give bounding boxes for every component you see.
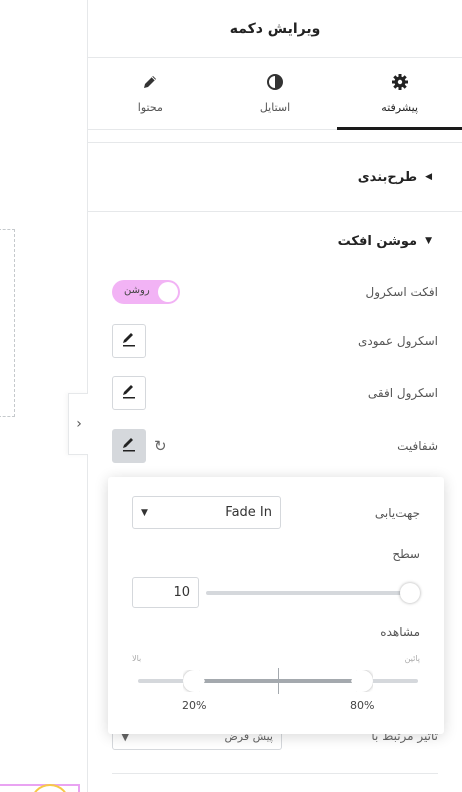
tab-label: پیشرفته	[381, 101, 419, 114]
panel-title: ویرایش دکمه	[88, 0, 462, 58]
opacity-row: شفافیت ↻	[112, 429, 438, 463]
vertical-scroll-row: اسکرول عمودی	[112, 324, 438, 358]
viewport-start-value: 20%	[182, 699, 207, 712]
viewport-bottom-label: پائین	[404, 654, 420, 663]
chevron-right-icon: ›	[76, 416, 82, 432]
gear-icon	[391, 73, 409, 95]
control-label: افکت اسکرول	[365, 285, 438, 299]
reset-icon[interactable]: ↻	[154, 437, 167, 455]
pencil-icon	[141, 73, 159, 95]
section-title: موشن افکت	[337, 233, 418, 249]
pencil-icon	[121, 383, 137, 403]
viewport-label-row: مشاهده	[132, 625, 420, 639]
level-label-row: سطح	[132, 547, 420, 561]
scroll-effect-row: افکت اسکرول روشن	[112, 280, 438, 304]
control-label: شفافیت	[397, 439, 438, 453]
pencil-icon	[121, 436, 137, 456]
horizontal-scroll-row: اسکرول افقی	[112, 376, 438, 410]
level-slider[interactable]	[206, 582, 420, 603]
divider	[112, 773, 438, 774]
opacity-popover: جهت‌یابی ▼ Fade In سطح 10 مشاهده پائین ب…	[108, 477, 444, 734]
level-row: 10	[132, 577, 420, 608]
tab-advanced[interactable]: پیشرفته	[337, 58, 462, 130]
panel-tabs: محتوا استایل پیشرفته	[88, 58, 462, 130]
toggle-knob	[158, 282, 178, 302]
chevron-down-icon: ▼	[141, 507, 148, 518]
scroll-effect-toggle[interactable]: روشن	[112, 280, 180, 304]
control-label: مشاهده	[380, 625, 420, 639]
caret-left-icon: ◀	[425, 172, 432, 182]
range-midpoint	[278, 668, 279, 694]
control-label: اسکرول افقی	[367, 386, 438, 400]
caret-down-icon: ▼	[425, 236, 432, 246]
tab-content[interactable]: محتوا	[88, 58, 213, 129]
slider-track	[206, 590, 420, 595]
range-start-handle[interactable]	[183, 670, 205, 692]
viewport-top-label: بالا	[132, 654, 142, 663]
section-title: طرح‌بندی	[357, 169, 418, 185]
control-label: اسکرول عمودی	[358, 334, 438, 348]
vertical-scroll-edit-button[interactable]	[112, 324, 146, 358]
section-motion-effects[interactable]: ▼ موشن افکت	[88, 212, 462, 270]
direction-row: جهت‌یابی ▼ Fade In	[132, 496, 420, 529]
control-label: جهت‌یابی	[374, 505, 420, 520]
control-label: سطح	[392, 547, 420, 561]
widget-outline	[0, 229, 15, 417]
tab-label: استایل	[259, 101, 291, 114]
select-value: Fade In	[225, 505, 272, 520]
tab-label: محتوا	[137, 101, 163, 114]
tab-style[interactable]: استایل	[213, 58, 338, 129]
opacity-edit-button[interactable]	[112, 429, 146, 463]
range-end-handle[interactable]	[351, 670, 373, 692]
direction-select[interactable]: ▼ Fade In	[132, 496, 281, 529]
horizontal-scroll-edit-button[interactable]	[112, 376, 146, 410]
slider-thumb[interactable]	[400, 582, 420, 603]
section-layout[interactable]: ◀ طرح‌بندی	[88, 142, 462, 212]
level-input[interactable]: 10	[132, 577, 199, 608]
viewport-range-slider[interactable]	[138, 668, 418, 694]
pencil-icon	[121, 331, 137, 351]
half-circle-icon	[266, 73, 284, 95]
collapse-panel-button[interactable]: ›	[68, 393, 89, 455]
viewport-end-value: 80%	[350, 699, 375, 712]
toggle-label: روشن	[124, 285, 150, 296]
